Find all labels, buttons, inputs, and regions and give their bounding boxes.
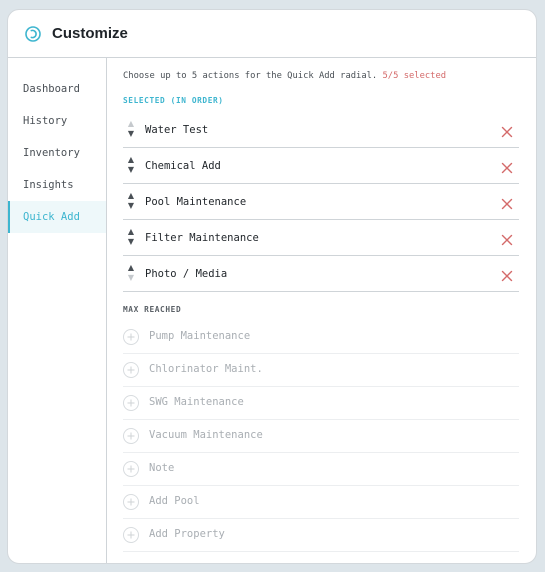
available-action-row[interactable]: Add Property [123, 519, 519, 552]
intro-description: Choose up to 5 actions for the Quick Add… [123, 71, 378, 81]
plus-icon [123, 461, 139, 477]
available-action-row[interactable]: Pump Maintenance [123, 321, 519, 354]
intro-text: Choose up to 5 actions for the Quick Add… [123, 71, 446, 81]
selected-action-row: ▲ ▼ Photo / Media [123, 256, 519, 292]
selection-count: 5/5 selected [382, 71, 447, 81]
available-action-row[interactable]: Note [123, 453, 519, 486]
selected-action-row: ▲ ▼ Water Test [123, 112, 519, 148]
panel-header: Customize [8, 10, 536, 58]
plus-icon [123, 362, 139, 378]
selected-action-row: ▲ ▼ Pool Maintenance [123, 184, 519, 220]
selected-action-row: ▲ ▼ Filter Maintenance [123, 220, 519, 256]
sidebar-item-insights[interactable]: Insights [8, 169, 106, 201]
selected-action-label: Water Test [145, 124, 209, 136]
max-reached-heading: MAX REACHED [123, 305, 182, 314]
remove-icon[interactable] [501, 195, 513, 210]
panel-title: Customize [52, 25, 128, 42]
sidebar-item-dashboard[interactable]: Dashboard [8, 73, 106, 105]
available-action-row[interactable]: Chlorinator Maint. [123, 354, 519, 387]
selected-action-label: Filter Maintenance [145, 232, 259, 244]
available-action-row[interactable]: Add Pool [123, 486, 519, 519]
plus-icon [123, 527, 139, 543]
move-down-icon[interactable]: ▼ [128, 165, 134, 175]
available-action-row[interactable]: Vacuum Maintenance [123, 420, 519, 453]
reorder-controls: ▲ ▼ [126, 155, 136, 177]
move-down-icon[interactable]: ▼ [128, 237, 134, 247]
sidebar-item-inventory[interactable]: Inventory [8, 137, 106, 169]
selected-action-label: Photo / Media [145, 268, 228, 280]
plus-icon [123, 428, 139, 444]
plus-icon [123, 395, 139, 411]
quick-add-settings: Choose up to 5 actions for the Quick Add… [107, 58, 536, 563]
plus-icon [123, 494, 139, 510]
move-up-icon[interactable]: ▲ [128, 191, 134, 201]
available-action-label: Note [149, 462, 175, 474]
selected-action-row: ▲ ▼ Chemical Add [123, 148, 519, 184]
move-up-icon[interactable]: ▲ [128, 227, 134, 237]
available-action-label: Pump Maintenance [149, 330, 251, 342]
remove-icon[interactable] [501, 159, 513, 174]
selected-action-label: Chemical Add [145, 160, 221, 172]
available-action-row[interactable]: SWG Maintenance [123, 387, 519, 420]
remove-icon[interactable] [501, 267, 513, 282]
selected-action-label: Pool Maintenance [145, 196, 247, 208]
sidebar-item-history[interactable]: History [8, 105, 106, 137]
move-down-icon[interactable]: ▼ [128, 129, 134, 139]
plus-icon [123, 329, 139, 345]
remove-icon[interactable] [501, 123, 513, 138]
move-up-icon[interactable]: ▲ [128, 155, 134, 165]
sidebar-item-quick-add[interactable]: Quick Add [8, 201, 106, 233]
move-up-icon[interactable]: ▲ [128, 263, 134, 273]
reorder-controls: ▲ ▼ [126, 191, 136, 213]
reorder-controls: ▲ ▼ [126, 119, 136, 141]
available-action-label: Vacuum Maintenance [149, 429, 263, 441]
available-action-label: Chlorinator Maint. [149, 363, 263, 375]
move-down-icon[interactable]: ▼ [128, 273, 134, 283]
available-action-label: Add Property [149, 528, 225, 540]
available-actions-list: Pump Maintenance Chlorinator Maint. SWG … [123, 321, 519, 552]
reorder-controls: ▲ ▼ [126, 263, 136, 285]
selected-actions-list: ▲ ▼ Water Test ▲ ▼ Chemical Add ▲ ▼ Pool… [123, 112, 519, 292]
circular-refresh-icon [24, 25, 42, 43]
available-action-label: SWG Maintenance [149, 396, 244, 408]
panel-body: Dashboard History Inventory Insights Qui… [8, 58, 536, 563]
sidebar: Dashboard History Inventory Insights Qui… [8, 58, 107, 563]
reorder-controls: ▲ ▼ [126, 227, 136, 249]
selected-section-heading: SELECTED (IN ORDER) [123, 96, 224, 105]
available-action-label: Add Pool [149, 495, 200, 507]
move-up-icon[interactable]: ▲ [128, 119, 134, 129]
remove-icon[interactable] [501, 231, 513, 246]
move-down-icon[interactable]: ▼ [128, 201, 134, 211]
customize-panel: Customize Dashboard History Inventory In… [7, 9, 537, 564]
